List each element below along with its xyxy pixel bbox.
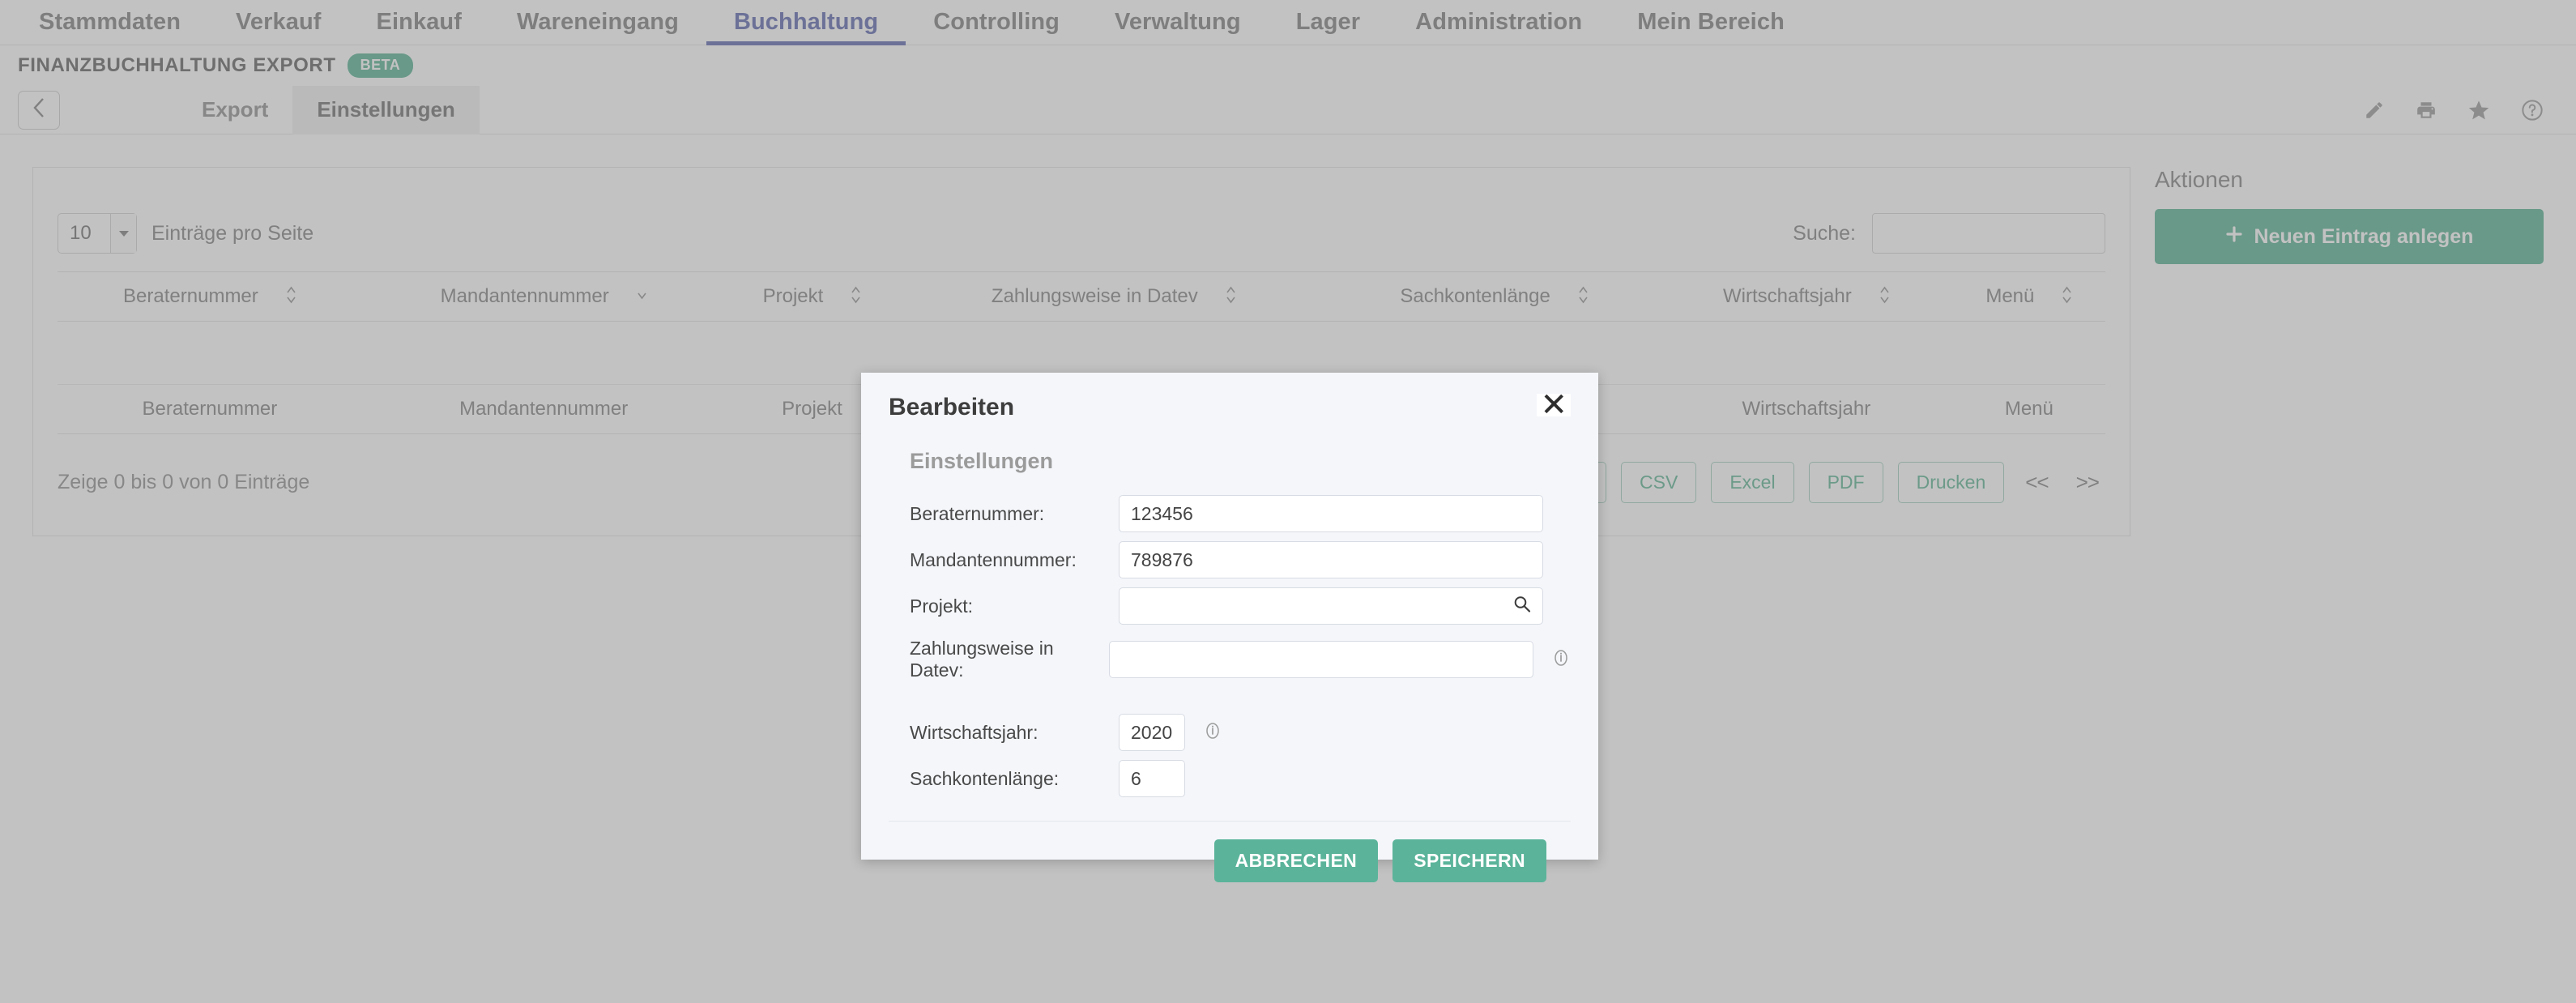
field-row-zahlungsweise: Zahlungsweise in Datev: [910,638,1571,681]
dialog-form: Beraternummer: Mandantennummer: Projekt:… [861,474,1598,806]
field-control-mandantennummer [1119,541,1543,578]
field-label-mandantennummer: Mandantennummer: [910,549,1119,571]
dialog-header: Bearbeiten ✕ [861,373,1598,421]
dialog-section-title: Einstellungen [861,421,1598,474]
field-row-beraternummer: Beraternummer: [910,495,1571,532]
field-row-sachkontenlaenge: Sachkontenlänge: [910,760,1571,797]
field-label-beraternummer: Beraternummer: [910,503,1119,525]
projekt-input[interactable] [1119,587,1543,625]
field-control-sachkontenlaenge [1119,760,1185,797]
field-row-wirtschaftsjahr: Wirtschaftsjahr: [910,714,1571,751]
field-control-beraternummer [1119,495,1543,532]
cancel-button[interactable]: ABBRECHEN [1214,839,1379,882]
field-label-sachkontenlaenge: Sachkontenlänge: [910,768,1119,790]
edit-settings-dialog: Bearbeiten ✕ Einstellungen Beraternummer… [861,373,1598,860]
field-control-projekt [1119,587,1543,625]
field-control-zahlungsweise [1109,641,1571,678]
zahlungsweise-input[interactable] [1109,641,1533,678]
beraternummer-input[interactable] [1119,495,1543,532]
field-control-wirtschaftsjahr [1119,714,1222,751]
save-button[interactable]: SPEICHERN [1392,839,1546,882]
field-row-projekt: Projekt: [910,587,1571,625]
dialog-actions: ABBRECHEN SPEICHERN [889,821,1571,900]
info-icon[interactable] [1551,648,1571,672]
field-label-projekt: Projekt: [910,595,1119,617]
field-label-zahlungsweise: Zahlungsweise in Datev: [910,638,1109,681]
field-label-wirtschaftsjahr: Wirtschaftsjahr: [910,722,1119,744]
field-row-mandantennummer: Mandantennummer: [910,541,1571,578]
close-icon[interactable]: ✕ [1537,394,1571,416]
dialog-title: Bearbeiten [889,394,1014,421]
info-icon[interactable] [1203,721,1222,745]
mandantennummer-input[interactable] [1119,541,1543,578]
wirtschaftsjahr-input[interactable] [1119,714,1185,751]
sachkontenlaenge-input[interactable] [1119,760,1185,797]
